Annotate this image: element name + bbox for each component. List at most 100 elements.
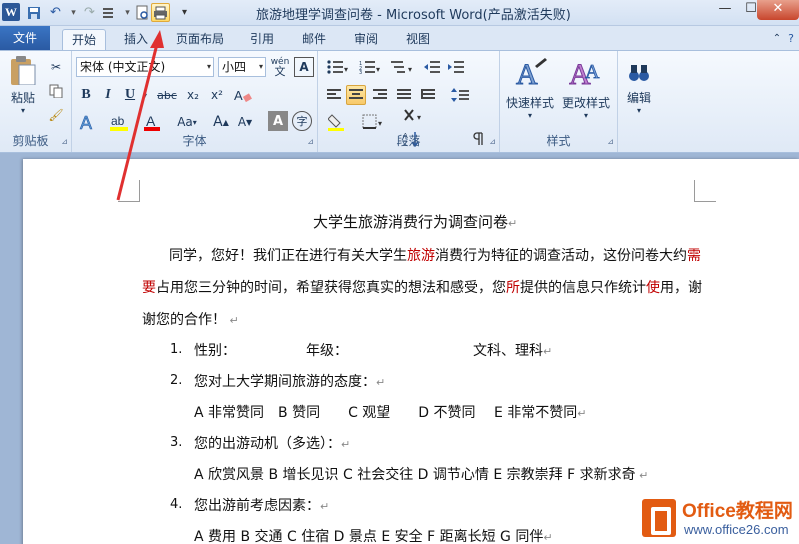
shrink-font-button[interactable]: A ▼ bbox=[234, 111, 256, 133]
question-options: A 欣赏风景 B 增长见识 C 社会交往 D 调节心情 E 宗教崇拜 F 求新求… bbox=[194, 467, 649, 483]
tab-insert[interactable]: 插入 bbox=[116, 29, 156, 50]
highlighted-text: 使 bbox=[646, 280, 660, 296]
quick-styles-button[interactable]: A 快速样式 ▾ bbox=[504, 55, 556, 121]
styles-group: A 快速样式 ▾ AA 更改样式 ▾ 样式 ⊿ bbox=[500, 51, 618, 152]
svg-text:▾: ▾ bbox=[378, 119, 382, 128]
svg-text:▾: ▾ bbox=[344, 65, 348, 74]
cut-icon[interactable]: ✂ bbox=[46, 57, 66, 77]
intro-text: 消费行为特征的调查活动，这份问卷大约 bbox=[435, 248, 687, 264]
save-icon[interactable] bbox=[24, 3, 43, 22]
customize-qat-icon[interactable]: ▾ bbox=[175, 3, 194, 22]
svg-text:▾: ▾ bbox=[376, 65, 380, 74]
character-shading-button[interactable]: A bbox=[268, 111, 288, 131]
tab-page-layout[interactable]: 页面布局 bbox=[168, 29, 232, 50]
paragraph-group: ▾ 1 2 3 ▾ ▾ ▾ ▾ A Z 段落 ⊿ bbox=[318, 51, 500, 152]
intro-text: 占用您三分钟的时间，希望获得您真实的想法和感受，您 bbox=[156, 280, 506, 296]
document-page[interactable]: 大学生旅游消费行为调查问卷↵ 同学，您好！我们正在进行有关大学生旅游消费行为特征… bbox=[23, 159, 799, 544]
superscript-button[interactable]: x² bbox=[206, 85, 228, 105]
clipboard-launcher-icon[interactable]: ⊿ bbox=[61, 137, 68, 146]
margin-corner-mark bbox=[118, 180, 140, 202]
close-button[interactable]: ✕ bbox=[757, 0, 799, 20]
window-title: 旅游地理学调查问卷 - Microsoft Word(产品激活失败) bbox=[256, 8, 571, 23]
grow-font-button[interactable]: A ▲ bbox=[210, 111, 232, 133]
decrease-indent-icon[interactable] bbox=[422, 57, 442, 77]
question-number: 4. bbox=[170, 497, 183, 512]
borders-icon[interactable]: ▾ bbox=[358, 111, 388, 133]
character-border-button[interactable]: A bbox=[294, 57, 314, 77]
minimize-button[interactable]: — bbox=[712, 0, 738, 20]
styles-launcher-icon[interactable]: ⊿ bbox=[607, 137, 614, 146]
italic-button[interactable]: I bbox=[98, 85, 118, 105]
question-grade: 年级： bbox=[306, 343, 348, 359]
tab-review[interactable]: 审阅 bbox=[348, 29, 384, 50]
phonetic-guide-button[interactable]: wén 文 bbox=[270, 57, 290, 78]
question-number: 2. bbox=[170, 373, 183, 388]
print-preview-icon[interactable] bbox=[132, 3, 151, 22]
highlighted-text: 要 bbox=[142, 280, 156, 296]
styles-group-label: 样式 bbox=[546, 134, 571, 148]
word-app-icon[interactable]: W bbox=[2, 3, 20, 21]
bullets-icon[interactable]: ▾ bbox=[324, 57, 352, 77]
paste-button[interactable]: 粘贴 ▾ bbox=[4, 55, 42, 115]
change-case-button[interactable]: Aa ▾ bbox=[172, 111, 202, 133]
align-right-icon[interactable] bbox=[370, 85, 390, 105]
intro-text: 同学，您好！我们正在进行有关大学生 bbox=[169, 248, 407, 264]
bold-button[interactable]: B bbox=[76, 85, 96, 105]
intro-line: 同学，您好！我们正在进行有关大学生旅游消费行为特征的调查活动，这份问卷大约需 bbox=[169, 245, 701, 265]
tab-mailings[interactable]: 邮件 bbox=[296, 29, 332, 50]
shading-icon[interactable] bbox=[324, 111, 354, 133]
align-center-icon[interactable] bbox=[346, 85, 366, 105]
title-bar: W ↶ ▾ ↷ ▾ ▾ 旅游地理学调查问卷 - Microsoft Word(产… bbox=[0, 0, 799, 26]
question-text: 您出游前考虑因素：↵ bbox=[194, 498, 330, 514]
tab-home[interactable]: 开始 bbox=[62, 29, 106, 50]
highlight-color-icon[interactable]: ab bbox=[104, 111, 134, 133]
strikethrough-button[interactable]: abc bbox=[154, 85, 180, 105]
watermark-url: www.office26.com bbox=[684, 522, 789, 537]
subscript-button[interactable]: x₂ bbox=[182, 85, 204, 105]
tab-references[interactable]: 引用 bbox=[244, 29, 280, 50]
align-left-icon[interactable] bbox=[324, 85, 344, 105]
redo-icon[interactable]: ↷ bbox=[80, 3, 99, 22]
binoculars-icon bbox=[629, 65, 649, 81]
question-number: 1. bbox=[170, 342, 183, 357]
change-styles-icon: AA bbox=[569, 58, 600, 91]
quick-print-icon[interactable] bbox=[151, 3, 170, 22]
format-icon[interactable] bbox=[100, 3, 119, 22]
help-icon[interactable]: ? bbox=[784, 29, 798, 50]
justify-icon[interactable] bbox=[394, 85, 414, 105]
question-text: 您对上大学期间旅游的态度：↵ bbox=[194, 374, 386, 390]
font-color-icon[interactable]: A bbox=[138, 111, 168, 133]
multilevel-list-icon[interactable]: ▾ bbox=[388, 57, 416, 77]
font-size-combo[interactable]: 小四 ▾ bbox=[218, 57, 266, 77]
minimize-ribbon-icon[interactable]: ⌃ bbox=[770, 29, 784, 50]
watermark-title: Office教程网 bbox=[682, 501, 793, 522]
editing-label: 编辑 bbox=[626, 91, 651, 105]
copy-icon[interactable] bbox=[46, 81, 66, 101]
question-text: 您的出游动机（多选）：↵ bbox=[194, 436, 351, 452]
numbering-icon[interactable]: 1 2 3 ▾ bbox=[356, 57, 384, 77]
svg-text:ab: ab bbox=[111, 114, 125, 128]
font-launcher-icon[interactable]: ⊿ bbox=[307, 137, 314, 146]
editing-button[interactable]: 编辑 ▾ bbox=[622, 55, 656, 121]
distributed-icon[interactable] bbox=[418, 85, 438, 105]
font-name-combo[interactable]: 宋体 (中文正文) ▾ bbox=[76, 57, 214, 77]
tab-view[interactable]: 视图 bbox=[400, 29, 436, 50]
underline-dropdown-icon[interactable]: ▾ bbox=[140, 85, 150, 105]
quick-styles-label: 快速样式 bbox=[505, 96, 554, 110]
margin-corner-mark bbox=[694, 180, 716, 202]
clear-format-icon[interactable]: A bbox=[230, 85, 256, 105]
tab-file[interactable]: 文件 bbox=[0, 26, 50, 50]
format-painter-icon[interactable]: 🖌 bbox=[46, 105, 66, 125]
text-effects-icon[interactable]: A bbox=[76, 111, 102, 133]
enclose-characters-button[interactable]: 字 bbox=[292, 111, 312, 131]
ribbon: 粘贴 ▾ ✂ 🖌 剪贴板 ⊿ 宋体 (中文正文) ▾ 小四 ▾ wén 文 A B I… bbox=[0, 50, 799, 153]
change-styles-button[interactable]: AA 更改样式 ▾ bbox=[558, 55, 614, 121]
increase-indent-icon[interactable] bbox=[446, 57, 466, 77]
undo-icon[interactable]: ↶ bbox=[46, 3, 65, 22]
svg-text:A: A bbox=[234, 88, 243, 103]
line-spacing-icon[interactable] bbox=[448, 85, 476, 105]
chinese-layout-icon[interactable]: ▾ bbox=[400, 105, 428, 125]
font-group: 宋体 (中文正文) ▾ 小四 ▾ wén 文 A B I U ▾ abc x₂ x² … bbox=[72, 51, 318, 152]
underline-button[interactable]: U bbox=[120, 85, 140, 105]
paragraph-launcher-icon[interactable]: ⊿ bbox=[489, 137, 496, 146]
